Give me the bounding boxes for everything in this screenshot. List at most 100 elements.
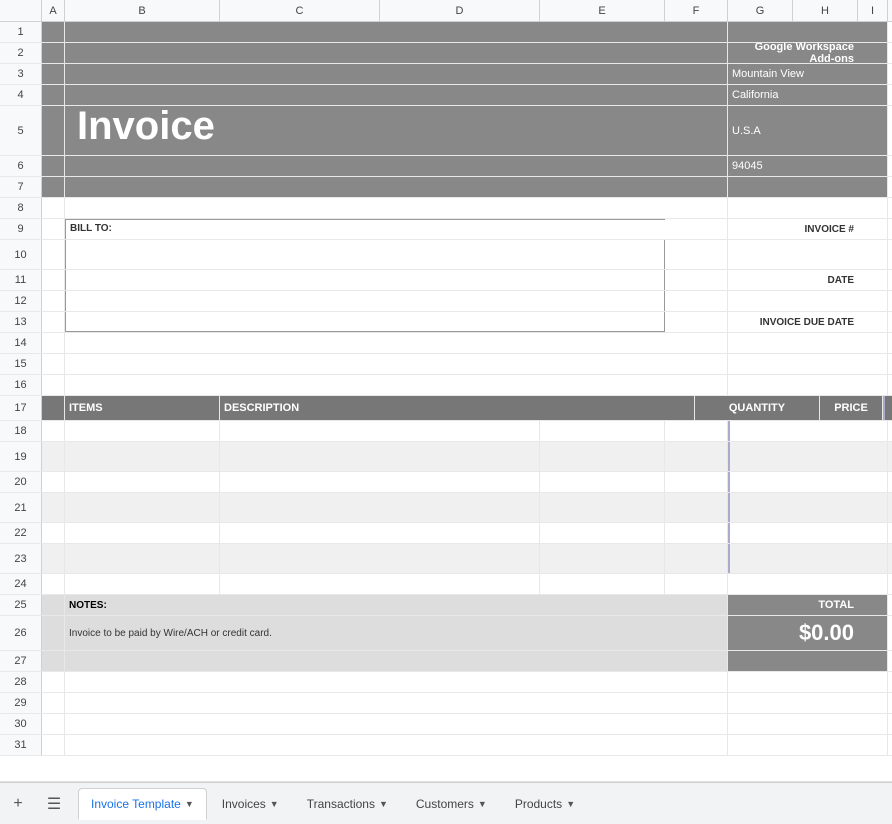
cell[interactable] bbox=[65, 574, 220, 594]
cell[interactable] bbox=[42, 375, 65, 395]
cell[interactable] bbox=[665, 22, 728, 42]
cell[interactable] bbox=[42, 333, 65, 353]
due-date-label[interactable]: INVOICE DUE DATE bbox=[728, 312, 858, 332]
cell[interactable] bbox=[858, 493, 888, 522]
cell[interactable] bbox=[540, 523, 665, 543]
cell[interactable] bbox=[665, 735, 728, 755]
cell[interactable] bbox=[42, 523, 65, 543]
cell[interactable] bbox=[858, 156, 888, 176]
tab-transactions-dropdown-icon[interactable]: ▼ bbox=[379, 799, 388, 809]
company-zip-cell[interactable]: 94045 bbox=[728, 156, 858, 176]
company-city-cell[interactable]: Mountain View bbox=[728, 64, 858, 84]
cell[interactable] bbox=[65, 333, 665, 353]
cell[interactable] bbox=[65, 64, 665, 84]
cell[interactable] bbox=[220, 523, 540, 543]
cell[interactable] bbox=[858, 714, 888, 734]
cell[interactable] bbox=[65, 270, 665, 290]
cell[interactable] bbox=[728, 523, 858, 543]
cell[interactable] bbox=[540, 472, 665, 492]
cell[interactable] bbox=[65, 312, 665, 332]
cell[interactable] bbox=[65, 375, 665, 395]
cell[interactable] bbox=[665, 85, 728, 105]
cell[interactable] bbox=[858, 523, 888, 543]
cell[interactable] bbox=[858, 240, 888, 269]
cell[interactable] bbox=[665, 219, 728, 239]
cell[interactable] bbox=[65, 43, 665, 63]
bill-to-cell[interactable]: BILL TO: bbox=[65, 219, 665, 239]
cell[interactable] bbox=[858, 177, 888, 197]
cell[interactable] bbox=[728, 714, 858, 734]
cell[interactable] bbox=[728, 672, 858, 692]
notes-text-cell[interactable]: Invoice to be paid by Wire/ACH or credit… bbox=[65, 616, 728, 650]
cell[interactable] bbox=[65, 240, 665, 269]
cell[interactable] bbox=[858, 333, 888, 353]
cell[interactable] bbox=[42, 735, 65, 755]
tab-products-dropdown-icon[interactable]: ▼ bbox=[566, 799, 575, 809]
cell[interactable] bbox=[42, 595, 65, 615]
cell[interactable] bbox=[65, 442, 220, 471]
cell[interactable] bbox=[220, 493, 540, 522]
col-header-e[interactable]: E bbox=[540, 0, 665, 21]
cell[interactable] bbox=[728, 693, 858, 713]
quantity-col-header[interactable]: QUANTITY bbox=[695, 396, 820, 420]
cell[interactable] bbox=[42, 396, 65, 420]
cell[interactable] bbox=[65, 714, 665, 734]
cell[interactable] bbox=[858, 354, 888, 374]
cell[interactable] bbox=[42, 64, 65, 84]
cell[interactable] bbox=[42, 219, 65, 239]
cell[interactable] bbox=[858, 574, 888, 594]
cell[interactable] bbox=[665, 156, 728, 176]
cell[interactable] bbox=[42, 651, 65, 671]
cell[interactable] bbox=[42, 493, 65, 522]
description-col-header[interactable]: DESCRIPTION bbox=[220, 396, 695, 420]
col-header-i[interactable]: I bbox=[858, 0, 888, 21]
company-state-cell[interactable]: California bbox=[728, 85, 858, 105]
cell[interactable] bbox=[665, 198, 728, 218]
cell[interactable] bbox=[858, 544, 888, 573]
cell[interactable] bbox=[65, 421, 220, 441]
cell[interactable] bbox=[665, 270, 728, 290]
cell[interactable] bbox=[665, 354, 728, 374]
cell[interactable] bbox=[728, 574, 858, 594]
cell[interactable] bbox=[858, 219, 888, 239]
tab-invoice-template[interactable]: Invoice Template ▼ bbox=[78, 788, 207, 820]
items-col-header[interactable]: ITEMS bbox=[65, 396, 220, 420]
col-header-a[interactable]: A bbox=[42, 0, 65, 21]
cell[interactable] bbox=[665, 523, 728, 543]
cell[interactable] bbox=[728, 354, 858, 374]
cell[interactable] bbox=[665, 312, 728, 332]
cell[interactable] bbox=[858, 735, 888, 755]
cell[interactable] bbox=[858, 85, 888, 105]
cell[interactable] bbox=[540, 442, 665, 471]
cell[interactable] bbox=[728, 240, 858, 269]
cell[interactable] bbox=[665, 291, 728, 311]
cell[interactable] bbox=[42, 693, 65, 713]
cell[interactable] bbox=[65, 85, 665, 105]
cell[interactable] bbox=[65, 156, 665, 176]
notes-label-cell[interactable]: NOTES: bbox=[65, 595, 728, 615]
cell[interactable] bbox=[42, 574, 65, 594]
cell[interactable] bbox=[858, 595, 888, 615]
cell[interactable] bbox=[65, 672, 665, 692]
cell[interactable] bbox=[665, 442, 728, 471]
cell[interactable] bbox=[42, 442, 65, 471]
col-header-g[interactable]: G bbox=[728, 0, 793, 21]
cell[interactable] bbox=[858, 421, 888, 441]
cell[interactable] bbox=[65, 198, 665, 218]
cell[interactable] bbox=[728, 291, 858, 311]
cell[interactable] bbox=[665, 714, 728, 734]
cell[interactable] bbox=[65, 177, 665, 197]
cell[interactable] bbox=[728, 333, 858, 353]
cell[interactable] bbox=[42, 421, 65, 441]
cell[interactable] bbox=[42, 106, 65, 155]
cell[interactable] bbox=[65, 735, 665, 755]
cell[interactable] bbox=[858, 616, 888, 650]
company-name-cell[interactable]: Google Workspace Add-ons bbox=[728, 43, 858, 63]
cell[interactable] bbox=[65, 651, 728, 671]
cell[interactable] bbox=[42, 714, 65, 734]
cell[interactable] bbox=[858, 312, 888, 332]
col-header-c[interactable]: C bbox=[220, 0, 380, 21]
cell[interactable] bbox=[42, 177, 65, 197]
cell[interactable] bbox=[728, 442, 858, 471]
cell[interactable] bbox=[858, 375, 888, 395]
